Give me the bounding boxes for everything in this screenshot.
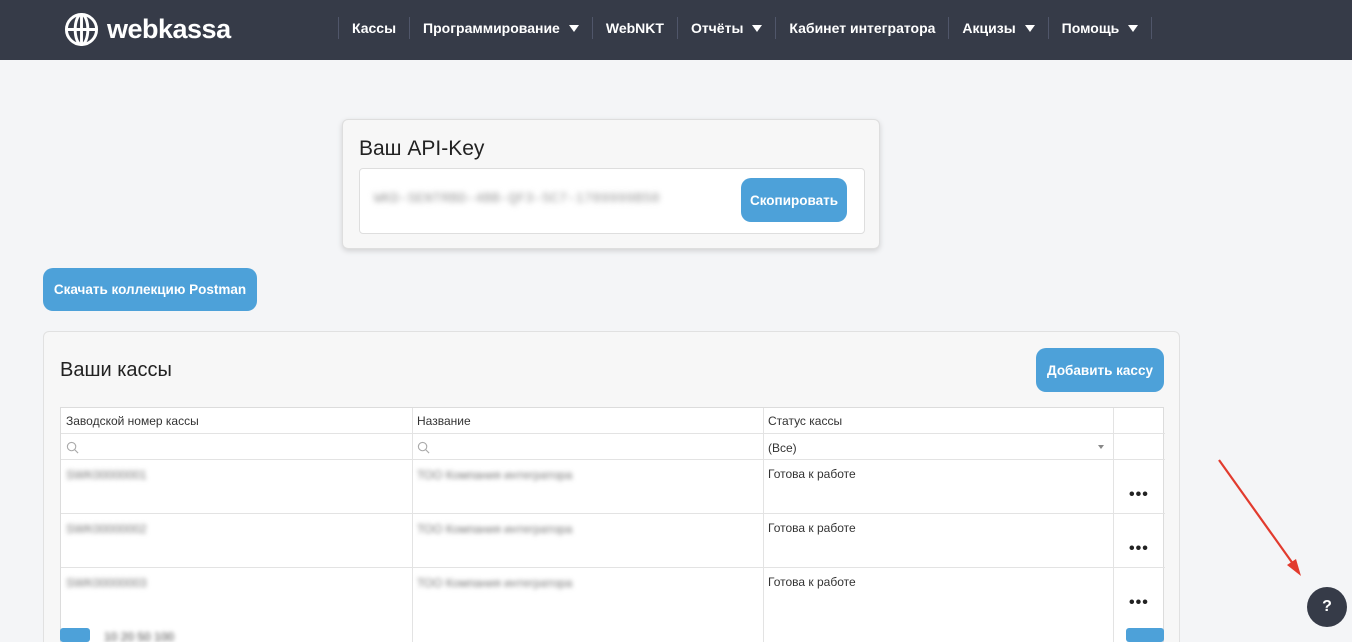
registers-panel: Ваши кассы Добавить кассу Заводской номе… <box>43 331 1180 642</box>
status-filter-select[interactable]: (Все) <box>768 441 797 455</box>
chevron-down-icon[interactable] <box>1098 445 1104 449</box>
register-serial: SWK00000002 <box>66 522 147 536</box>
api-key-card: Ваш API-Key WKD-SENTRBD-4BB-QF3-5C7-1709… <box>342 119 880 249</box>
row-actions-button[interactable]: ••• <box>1129 594 1149 612</box>
register-name: ТОО Компания интегратора <box>417 468 573 482</box>
registers-table: Заводской номер кассы Название Статус ка… <box>60 407 1165 642</box>
row-actions-button[interactable]: ••• <box>1129 540 1149 558</box>
pager-nav-button[interactable] <box>1126 628 1164 642</box>
add-register-button[interactable]: Добавить кассу <box>1036 348 1164 392</box>
download-postman-button[interactable]: Скачать коллекцию Postman <box>43 268 257 311</box>
annotation-arrow <box>1218 459 1301 576</box>
help-button[interactable]: ? <box>1307 587 1347 627</box>
row-actions-button[interactable]: ••• <box>1129 486 1149 504</box>
nav-item-programming[interactable]: Программирование <box>409 17 592 39</box>
column-header-serial[interactable]: Заводской номер кассы <box>66 414 199 428</box>
register-name: ТОО Компания интегратора <box>417 576 573 590</box>
table-row[interactable]: SWK00000001 ТОО Компания интегратора Гот… <box>61 460 1165 514</box>
table-row[interactable]: SWK00000002 ТОО Компания интегратора Гот… <box>61 514 1165 568</box>
api-key-box: WKD-SENTRBD-4BB-QF3-5C7-1709999B50 Скопи… <box>359 168 865 234</box>
nav-item-help[interactable]: Помощь <box>1047 17 1153 39</box>
register-status: Готова к работе <box>768 521 856 535</box>
copy-api-key-button[interactable]: Скопировать <box>741 178 847 222</box>
pager-sizes[interactable]: 10 20 50 100 <box>104 630 174 642</box>
api-key-value[interactable]: WKD-SENTRBD-4BB-QF3-5C7-1709999B50 <box>374 191 660 207</box>
nav-item-registers[interactable]: Кассы <box>338 17 409 39</box>
pager-size-active[interactable] <box>60 628 90 642</box>
caret-down-icon <box>752 24 763 32</box>
main-nav: Кассы Программирование WebNKT Отчёты Каб… <box>338 17 1153 39</box>
filter-row: (Все) <box>61 434 1165 460</box>
search-icon[interactable] <box>66 441 79 454</box>
registers-title: Ваши кассы <box>60 359 172 381</box>
register-status: Готова к работе <box>768 575 856 589</box>
register-name: ТОО Компания интегратора <box>417 522 573 536</box>
brand-logo[interactable]: webkassa <box>64 11 231 47</box>
nav-item-excise[interactable]: Акцизы <box>948 17 1047 39</box>
caret-down-icon <box>1128 24 1139 32</box>
register-status: Готова к работе <box>768 467 856 481</box>
globe-icon <box>64 12 99 46</box>
search-icon[interactable] <box>417 441 430 454</box>
register-serial: SWK00000003 <box>66 576 147 590</box>
top-navbar: webkassa Кассы Программирование WebNKT О… <box>0 0 1352 60</box>
caret-down-icon <box>568 24 579 32</box>
table-row[interactable]: SWK00000003 ТОО Компания интегратора Гот… <box>61 568 1165 622</box>
brand-name: webkassa <box>107 13 231 44</box>
api-key-title: Ваш API-Key <box>359 137 485 160</box>
nav-item-webnkt[interactable]: WebNKT <box>591 17 677 39</box>
table-header: Заводской номер кассы Название Статус ка… <box>61 408 1165 434</box>
caret-down-icon <box>1024 24 1035 32</box>
nav-item-reports[interactable]: Отчёты <box>676 17 775 39</box>
nav-item-integrator-cabinet[interactable]: Кабинет интегратора <box>775 17 948 39</box>
column-header-name[interactable]: Название <box>417 414 471 428</box>
column-header-status[interactable]: Статус кассы <box>768 414 842 428</box>
register-serial: SWK00000001 <box>66 468 147 482</box>
